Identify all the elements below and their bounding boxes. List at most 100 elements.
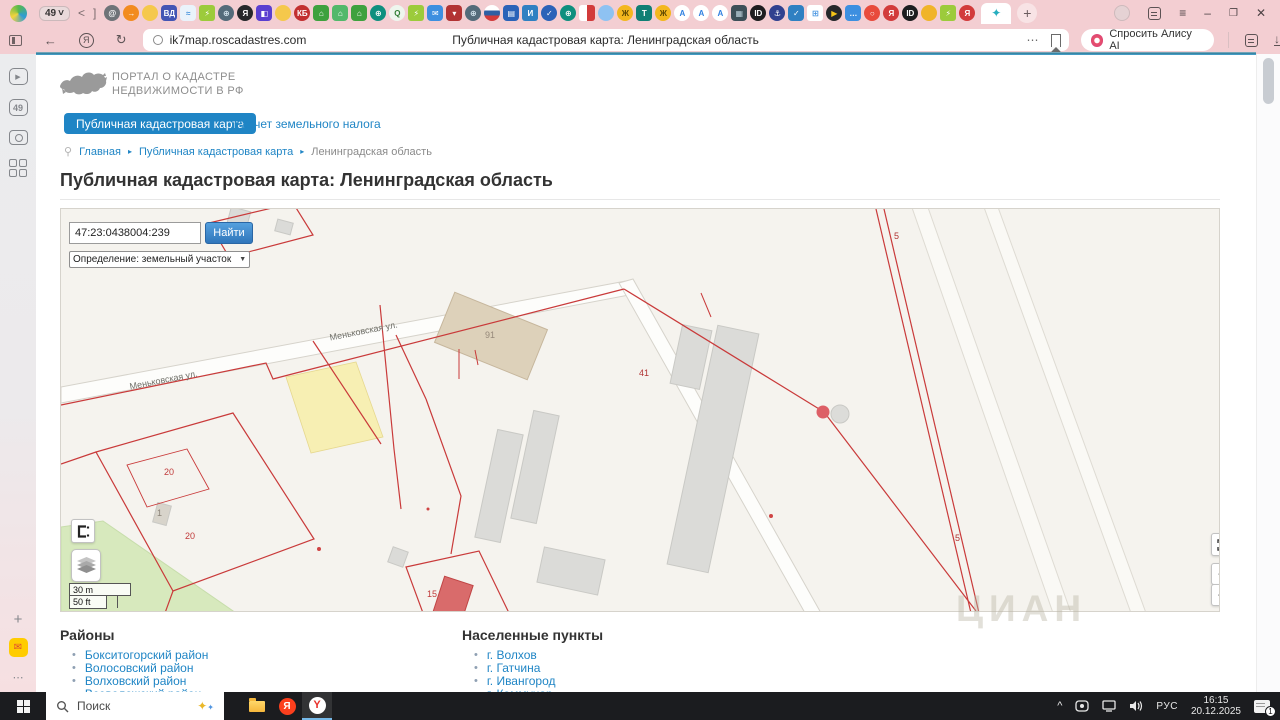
zoom-out-button[interactable]: − [1211, 584, 1219, 606]
breadcrumb-map[interactable]: Публичная кадастровая карта [139, 146, 293, 158]
tab-land-tax-calc[interactable]: Расчет земельного налога [234, 117, 381, 131]
taskbar-clock[interactable]: 16:15 20.12.2025 [1191, 695, 1241, 717]
back-button[interactable]: ← [44, 33, 57, 48]
layers-button[interactable] [71, 549, 101, 582]
restore-button[interactable]: ❐ [1229, 8, 1238, 19]
browser-tab[interactable]: ◧ [256, 5, 273, 21]
browser-tab[interactable] [579, 5, 596, 21]
browser-tab[interactable]: ⊕ [560, 5, 577, 21]
browser-tab[interactable]: ▤ [503, 5, 520, 21]
browser-tab[interactable]: Ж [617, 5, 634, 21]
browser-tab[interactable]: ⚡ [940, 5, 957, 21]
address-bar[interactable]: ik7map.roscadastres.com Публичная кадаст… [142, 29, 1069, 52]
breadcrumb-home[interactable]: Главная [79, 146, 121, 158]
fullscreen-button[interactable] [1211, 533, 1219, 556]
ask-alice-button[interactable]: Спросить Алису AI [1080, 28, 1214, 52]
browser-tab[interactable]: ⊕ [465, 5, 482, 21]
tab-scroll-left-icon[interactable]: < [78, 6, 85, 20]
notification-center-icon[interactable]: 1 [1254, 699, 1276, 717]
browser-tab[interactable]: ✓ [788, 5, 805, 21]
active-tab[interactable]: ✦ [981, 2, 1012, 24]
volume-icon[interactable] [1129, 700, 1143, 712]
settlement-link[interactable]: г. Гатчина [487, 661, 541, 675]
browser-tab[interactable]: ID [750, 5, 767, 21]
browser-tab[interactable]: … [845, 5, 862, 21]
browser-tab[interactable]: КБ [294, 5, 311, 21]
meet-now-icon[interactable] [1075, 700, 1090, 712]
cadastral-number-input[interactable] [69, 222, 201, 244]
browser-tab[interactable]: ⊞ [807, 5, 824, 21]
find-button[interactable]: Найти [205, 222, 253, 244]
browser-tab[interactable] [921, 5, 938, 21]
district-link[interactable]: Бокситогорский район [85, 648, 208, 662]
browser-tab[interactable]: Я [959, 5, 976, 21]
browser-tab[interactable]: А [693, 5, 710, 21]
start-button[interactable] [0, 692, 46, 720]
tab-counter[interactable]: 49 ˅ [39, 5, 70, 21]
overview-map-button[interactable] [71, 519, 95, 543]
cadastral-map[interactable]: Меньковская ул. Меньковская ул. 91 41 5 … [60, 208, 1220, 612]
profile-avatar[interactable] [1114, 5, 1131, 21]
browser-tab[interactable]: ⊕ [218, 5, 235, 21]
bookmark-icon[interactable] [1050, 33, 1061, 52]
mail-icon[interactable]: ✉ [8, 638, 28, 657]
browser-tab[interactable]: ≈ [180, 5, 197, 21]
rail-add-icon[interactable]: + [14, 611, 23, 628]
browser-tab[interactable]: ✉ [427, 5, 444, 21]
browser-tab[interactable]: ▶ [826, 5, 843, 21]
browser-tab[interactable]: ⚡ [408, 5, 425, 21]
language-indicator[interactable]: РУС [1156, 701, 1178, 712]
browser-tab[interactable] [484, 5, 501, 21]
panels-icon[interactable] [1148, 6, 1162, 20]
browser-tab[interactable]: ВД [161, 5, 178, 21]
district-link[interactable]: Волосовский район [85, 661, 194, 675]
new-tab-button[interactable]: + [1017, 3, 1038, 23]
browser-tab[interactable]: ✓ [541, 5, 558, 21]
file-explorer-button[interactable] [242, 692, 272, 720]
zoom-in-button[interactable]: + [1211, 563, 1219, 585]
downloads-icon[interactable]: ↓ [1274, 33, 1280, 46]
browser-tab[interactable] [142, 5, 159, 21]
browser-tab[interactable]: ○ [864, 5, 881, 21]
object-type-select[interactable]: Определение: земельный участок ▼ [69, 251, 251, 268]
taskbar-search[interactable]: Поиск ✦✦ [46, 692, 224, 720]
tab-public-cadastral-map[interactable]: Публичная кадастровая карта [64, 113, 257, 134]
browser-tab[interactable]: @ [104, 5, 121, 21]
browser-logo-icon[interactable] [10, 4, 27, 22]
browser-tab[interactable]: ⌂ [313, 5, 330, 21]
yandex-browser-button[interactable]: Y [302, 692, 332, 720]
browser-tab[interactable]: ⚓ [769, 5, 786, 21]
menu-button[interactable]: ≡ [1179, 6, 1186, 20]
browser-tab[interactable]: ⌂ [351, 5, 368, 21]
services-grid-icon[interactable] [9, 159, 27, 177]
browser-tab[interactable]: ⊕ [370, 5, 387, 21]
site-info-icon[interactable] [152, 35, 163, 45]
screenshot-icon[interactable] [8, 130, 28, 145]
video-player-icon[interactable]: ▶ [8, 68, 28, 85]
sidebar-toggle-icon[interactable] [9, 34, 22, 46]
browser-tab[interactable]: ⌂ [332, 5, 349, 21]
browser-tab[interactable]: Q [389, 5, 406, 21]
collections-icon[interactable] [1245, 33, 1258, 47]
close-button[interactable]: ✕ [1256, 6, 1266, 20]
browser-tab[interactable]: ▾ [446, 5, 463, 21]
refresh-button[interactable]: ↻ [116, 32, 127, 48]
tabs-panel-icon[interactable]: 49 [8, 99, 28, 116]
yandex-home-icon[interactable]: Я [78, 32, 94, 48]
district-link[interactable]: Волховский район [85, 674, 187, 688]
browser-tab[interactable]: А [712, 5, 729, 21]
minimize-button[interactable]: – [1204, 6, 1211, 20]
url-more-icon[interactable]: ⋯ [1027, 33, 1039, 47]
browser-tab[interactable]: Ж [655, 5, 672, 21]
browser-tab[interactable]: Т [636, 5, 653, 21]
browser-tab[interactable]: → [123, 5, 140, 21]
network-icon[interactable] [1102, 700, 1117, 712]
browser-tab[interactable]: Я [883, 5, 900, 21]
rail-more-icon[interactable]: ⋯ [13, 671, 24, 684]
browser-tab[interactable]: И [522, 5, 539, 21]
browser-tab[interactable]: А [674, 5, 691, 21]
browser-tab[interactable]: ▦ [731, 5, 748, 21]
scrollbar-thumb[interactable] [1263, 58, 1274, 104]
browser-tab[interactable]: ⚡ [199, 5, 216, 21]
browser-tab[interactable]: Я [237, 5, 254, 21]
